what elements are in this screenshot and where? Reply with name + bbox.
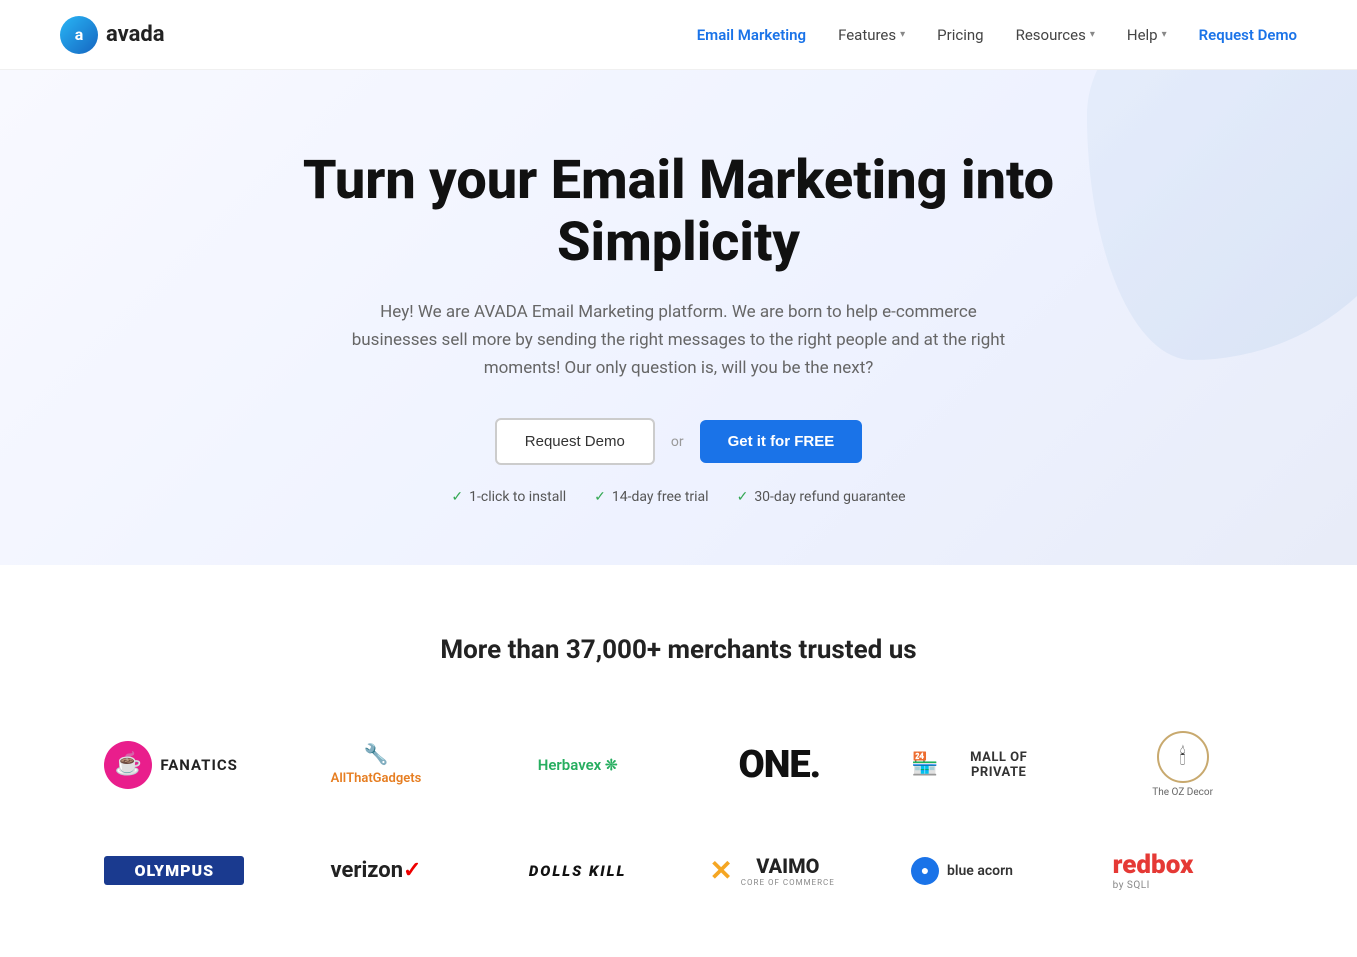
vaimo-label: VAIMO CORE OF COMMERCE bbox=[741, 854, 835, 887]
nav-item-features[interactable]: Features ▾ bbox=[838, 26, 905, 44]
one-label: ONE. bbox=[709, 743, 849, 787]
mall-label: Mall of Private bbox=[946, 750, 1051, 780]
nav-links: Email Marketing Features ▾ Pricing Resou… bbox=[697, 26, 1297, 44]
logo-herbavex: Herbavex ❊ bbox=[482, 740, 674, 790]
navbar: a avada Email Marketing Features ▾ Prici… bbox=[0, 0, 1357, 70]
logo-mallofprivate: 🏪 Mall of Private bbox=[885, 734, 1077, 796]
logo-fanatics: FANATICS bbox=[79, 725, 271, 805]
logo-redbox: redbox by SQLI bbox=[1087, 834, 1279, 907]
nav-item-help[interactable]: Help ▾ bbox=[1127, 26, 1167, 44]
hero-badges: ✓ 1-click to install ✓ 14-day free trial… bbox=[40, 489, 1317, 505]
logo-blueacorn: ● blue acorn bbox=[885, 841, 1077, 901]
olympus-label: OLYMPUS bbox=[104, 856, 244, 885]
allthat-label: AllThatGadgets bbox=[306, 771, 446, 788]
logos-grid-row1: FANATICS 🔧 AllThatGadgets Herbavex ❊ ONE… bbox=[79, 715, 1279, 907]
trusted-heading: More than 37,000+ merchants trusted us bbox=[60, 635, 1297, 665]
nav-item-pricing[interactable]: Pricing bbox=[937, 26, 983, 44]
logo-olympus: OLYMPUS bbox=[79, 840, 271, 901]
dollskill-label: DOLLS KILL bbox=[508, 862, 648, 880]
hero-content: Turn your Email Marketing into Simplicit… bbox=[40, 150, 1317, 505]
logo-ozdecor: 🕯 The OZ Decor bbox=[1087, 715, 1279, 814]
nav-link-resources[interactable]: Resources ▾ bbox=[1016, 26, 1095, 44]
nav-item-email-marketing[interactable]: Email Marketing bbox=[697, 26, 806, 44]
chevron-down-icon: ▾ bbox=[1162, 29, 1167, 40]
hero-buttons: Request Demo or Get it for FREE bbox=[40, 418, 1317, 465]
nav-item-resources[interactable]: Resources ▾ bbox=[1016, 26, 1095, 44]
fanatics-icon bbox=[104, 741, 152, 789]
hero-heading: Turn your Email Marketing into Simplicit… bbox=[229, 150, 1129, 274]
blueacorn-label: blue acorn bbox=[947, 863, 1013, 879]
get-free-button[interactable]: Get it for FREE bbox=[700, 420, 863, 463]
hero-subtext: Hey! We are AVADA Email Marketing platfo… bbox=[339, 298, 1019, 382]
logo-link[interactable]: a avada bbox=[60, 16, 165, 54]
badge-refund: ✓ 30-day refund guarantee bbox=[737, 489, 906, 505]
redbox-label: redbox bbox=[1113, 850, 1194, 880]
verizon-label: verizon✓ bbox=[306, 858, 446, 883]
fanatics-label: FANATICS bbox=[160, 756, 238, 774]
nav-item-request-demo[interactable]: Request Demo bbox=[1199, 26, 1297, 44]
badge-trial: ✓ 14-day free trial bbox=[594, 489, 708, 505]
nav-link-email-marketing[interactable]: Email Marketing bbox=[697, 26, 806, 44]
allthat-icon: 🔧 bbox=[306, 741, 446, 767]
logo-dollskill: DOLLS KILL bbox=[482, 846, 674, 896]
logo-icon: a bbox=[60, 16, 98, 54]
logo-vaimo: ✕ VAIMO CORE OF COMMERCE bbox=[684, 838, 876, 903]
redbox-sublabel: by SQLI bbox=[1113, 880, 1150, 891]
trusted-section: More than 37,000+ merchants trusted us F… bbox=[0, 565, 1357, 957]
check-icon: ✓ bbox=[594, 489, 606, 505]
check-icon: ✓ bbox=[737, 489, 749, 505]
nav-link-help[interactable]: Help ▾ bbox=[1127, 26, 1167, 44]
chevron-down-icon: ▾ bbox=[900, 29, 905, 40]
check-icon: ✓ bbox=[451, 489, 463, 505]
logo-allthatgadgets: 🔧 AllThatGadgets bbox=[280, 725, 472, 804]
nav-link-request-demo[interactable]: Request Demo bbox=[1199, 26, 1297, 44]
logo-one: ONE. bbox=[684, 727, 876, 803]
nav-link-pricing[interactable]: Pricing bbox=[937, 26, 983, 44]
logo-verizon: verizon✓ bbox=[280, 842, 472, 899]
request-demo-button[interactable]: Request Demo bbox=[495, 418, 655, 465]
or-separator: or bbox=[671, 434, 684, 450]
herbavex-label: Herbavex ❊ bbox=[538, 756, 618, 774]
nav-link-features[interactable]: Features ▾ bbox=[838, 26, 905, 44]
blueacorn-icon: ● bbox=[911, 857, 939, 885]
ozdecor-icon: 🕯 bbox=[1157, 731, 1209, 783]
ozdecor-label: The OZ Decor bbox=[1113, 787, 1253, 798]
brand-name: avada bbox=[106, 22, 165, 47]
vaimo-icon: ✕ bbox=[709, 854, 732, 887]
badge-install: ✓ 1-click to install bbox=[451, 489, 566, 505]
chevron-down-icon: ▾ bbox=[1090, 29, 1095, 40]
mall-icon: 🏪 bbox=[911, 752, 938, 777]
hero-section: Turn your Email Marketing into Simplicit… bbox=[0, 70, 1357, 565]
